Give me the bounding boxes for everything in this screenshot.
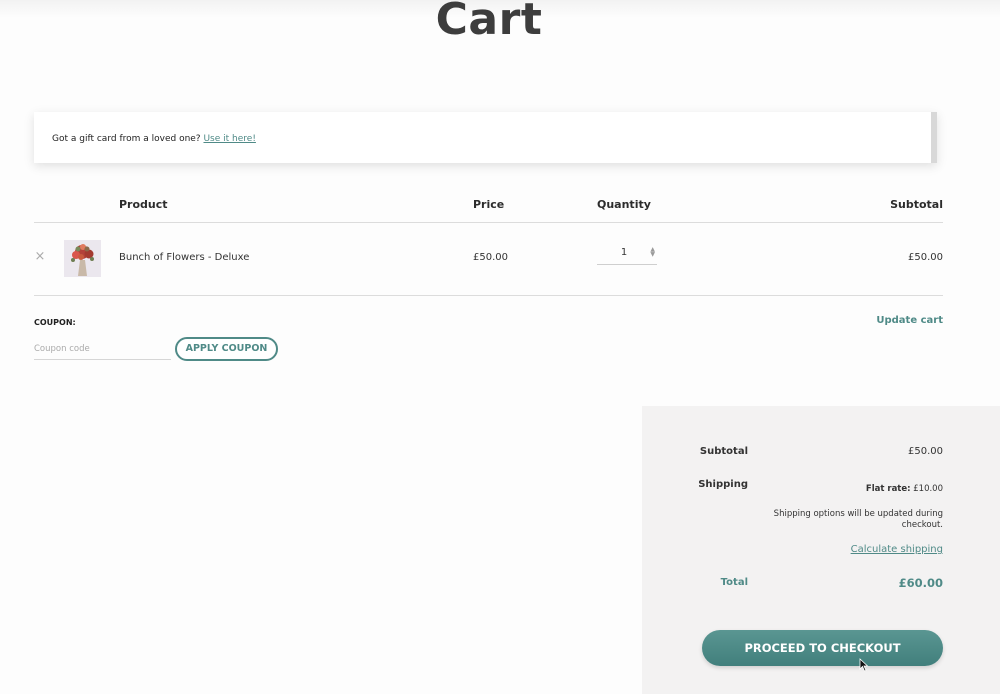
coupon-code-input[interactable] <box>34 339 171 360</box>
column-header-price: Price <box>473 198 505 211</box>
totals-shipping-label: Shipping <box>698 479 748 490</box>
column-header-quantity: Quantity <box>597 198 651 211</box>
table-footer-divider <box>34 295 943 296</box>
product-price: £50.00 <box>473 252 508 263</box>
apply-coupon-button[interactable]: APPLY COUPON <box>175 337 278 361</box>
mouse-cursor-icon <box>859 658 869 672</box>
page-title: Cart <box>435 0 543 45</box>
update-cart-button[interactable]: Update cart <box>820 315 943 326</box>
gift-card-link[interactable]: Use it here! <box>203 134 255 144</box>
gift-card-text: Got a gift card from a loved one? <box>52 134 201 144</box>
gift-card-notice: Got a gift card from a loved one? Use it… <box>34 112 937 163</box>
column-header-subtotal: Subtotal <box>890 198 943 211</box>
quantity-stepper[interactable]: 1 ▲ ▼ <box>597 244 657 265</box>
shipping-note-line2: checkout. <box>901 520 943 530</box>
shipping-note: Shipping options will be updated during … <box>750 509 943 531</box>
table-header-divider <box>34 222 943 223</box>
flat-rate-label: Flat rate: <box>865 484 911 494</box>
totals-subtotal-value: £50.00 <box>908 446 943 457</box>
remove-item-icon[interactable]: × <box>34 249 46 265</box>
quantity-value: 1 <box>620 247 628 258</box>
coupon-label: COUPON: <box>34 318 76 327</box>
column-header-product: Product <box>119 198 168 211</box>
product-name[interactable]: Bunch of Flowers - Deluxe <box>119 252 249 263</box>
proceed-to-checkout-button[interactable]: PROCEED TO CHECKOUT <box>702 630 943 666</box>
totals-subtotal-label: Subtotal <box>699 446 748 457</box>
quantity-spinner-icon[interactable]: ▲ ▼ <box>650 247 655 258</box>
calculate-shipping-link[interactable]: Calculate shipping <box>851 544 943 555</box>
flat-rate-line: Flat rate: £10.00 <box>760 484 943 494</box>
totals-total-value: £60.00 <box>898 576 943 590</box>
totals-total-label: Total <box>720 577 748 588</box>
flat-rate-value: £10.00 <box>913 484 943 494</box>
flower-bouquet-thumbnail[interactable] <box>64 240 101 277</box>
product-subtotal: £50.00 <box>908 252 943 263</box>
shipping-note-line1: Shipping options will be updated during <box>773 509 943 519</box>
